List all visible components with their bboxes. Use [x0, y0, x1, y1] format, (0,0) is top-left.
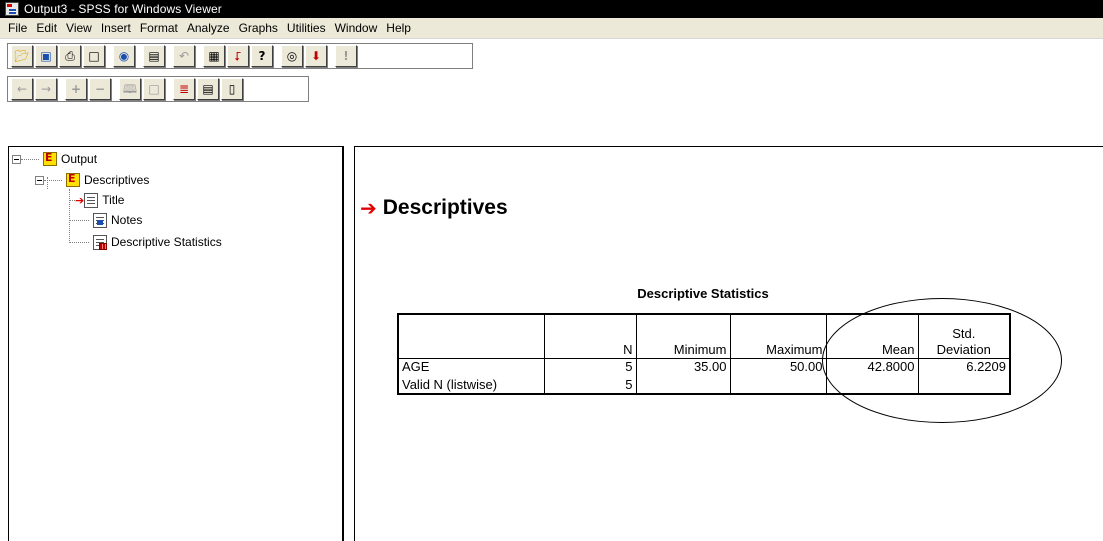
menu-edit[interactable]: Edit — [32, 21, 61, 35]
menu-help[interactable]: Help — [382, 21, 415, 35]
variables-icon[interactable]: ? — [251, 45, 273, 67]
menu-analyze[interactable]: Analyze — [183, 21, 234, 35]
show-icon[interactable]: 🕮︎ — [119, 78, 141, 100]
pivot-table-icon — [93, 234, 107, 250]
tree-label-descriptives: Descriptives — [84, 173, 150, 187]
insert-text-icon[interactable]: ▯ — [221, 78, 243, 100]
collapse-icon[interactable] — [12, 154, 21, 164]
table-row: AGE 5 35.00 50.00 42.8000 6.2209 — [397, 357, 1011, 376]
tree-connector — [44, 179, 62, 181]
collapse-icon[interactable] — [35, 175, 44, 185]
open-icon[interactable]: 📂︎ — [11, 45, 33, 67]
header-maximum: Maximum — [729, 313, 827, 359]
table-header-row: N Minimum Maximum Mean Std. Deviation — [397, 313, 1011, 359]
tree-node-title[interactable]: ➔ Title — [69, 191, 124, 209]
cell-std-deviation: 6.2209 — [917, 357, 1011, 376]
tree-node-descriptive-statistics[interactable]: Descriptive Statistics — [69, 233, 222, 251]
save-icon[interactable]: ▣ — [35, 45, 57, 67]
table-row: Valid N (listwise) 5 — [397, 376, 1011, 395]
select-last-output-icon[interactable]: ⬇ — [305, 45, 327, 67]
cell-minimum: 35.00 — [635, 357, 731, 376]
cell-std-deviation — [917, 376, 1011, 395]
header-std-line2: Deviation — [936, 341, 991, 357]
print-preview-icon[interactable]: □ — [83, 45, 105, 67]
cell-mean — [825, 376, 919, 395]
tree-label-notes: Notes — [111, 213, 143, 227]
spss-viewer-app-icon[interactable] — [5, 2, 19, 16]
notes-document-icon — [93, 212, 107, 228]
output-book-icon — [43, 151, 57, 166]
promote-icon[interactable]: ← — [11, 78, 33, 100]
header-n: N — [543, 313, 637, 359]
header-cell-blank — [397, 313, 545, 359]
designate-window-icon[interactable]: ! — [335, 45, 357, 67]
cell-n: 5 — [543, 357, 637, 376]
goto-case-icon[interactable]: ⮦ — [227, 45, 249, 67]
hide-icon[interactable]: □ — [143, 78, 165, 100]
cell-maximum: 50.00 — [729, 357, 827, 376]
header-std-deviation: Std. Deviation — [917, 313, 1011, 359]
menu-insert[interactable]: Insert — [97, 21, 135, 35]
insert-title-icon[interactable]: ▤ — [197, 78, 219, 100]
menu-graphs[interactable]: Graphs — [235, 21, 282, 35]
tree-connector — [69, 241, 89, 243]
undo-icon[interactable]: ↶ — [173, 45, 195, 67]
outline-toolbar: ← → + − 🕮︎ □ ≣ ▤ ▯ — [0, 72, 1103, 106]
tree-label-descriptive-statistics: Descriptive Statistics — [111, 235, 222, 249]
cell-mean: 42.8000 — [825, 357, 919, 376]
insert-heading-icon[interactable]: ≣ — [173, 78, 195, 100]
tree-label-title: Title — [102, 193, 125, 207]
current-item-arrow-icon: ➔ — [360, 196, 377, 220]
goto-data-icon[interactable]: ▦ — [203, 45, 225, 67]
header-mean: Mean — [825, 313, 919, 359]
menu-format[interactable]: Format — [136, 21, 182, 35]
descriptive-statistics-table[interactable]: N Minimum Maximum Mean Std. Deviation AGE… — [397, 313, 1011, 395]
descriptives-book-icon — [66, 172, 80, 187]
header-std-line1: Std. — [952, 325, 976, 341]
outline-pane[interactable]: Output Descriptives ➔ Title Notes Descri… — [8, 146, 343, 541]
cell-n: 5 — [543, 376, 637, 395]
row-label: AGE — [397, 357, 545, 376]
export-icon[interactable]: ◉ — [113, 45, 135, 67]
row-label: Valid N (listwise) — [397, 376, 545, 395]
tree-node-descriptives[interactable]: Descriptives — [35, 171, 149, 189]
dialog-recall-icon[interactable]: ▤ — [143, 45, 165, 67]
tree-connector — [69, 219, 89, 221]
demote-icon[interactable]: → — [35, 78, 57, 100]
pane-splitter[interactable] — [343, 146, 355, 541]
tree-node-notes[interactable]: Notes — [69, 211, 142, 229]
title-document-icon — [84, 192, 99, 208]
menu-window[interactable]: Window — [331, 21, 382, 35]
menu-bar: File Edit View Insert Format Analyze Gra… — [0, 18, 1103, 38]
output-heading-text: Descriptives — [382, 196, 508, 219]
title-bar: Output3 - SPSS for Windows Viewer — [0, 0, 1103, 18]
tree-connector — [21, 158, 39, 160]
header-minimum: Minimum — [635, 313, 731, 359]
cell-maximum — [729, 376, 827, 395]
output-heading[interactable]: ➔ Descriptives — [360, 196, 508, 220]
collapse-icon[interactable]: − — [89, 78, 111, 100]
menu-file[interactable]: File — [4, 21, 31, 35]
tree-node-output[interactable]: Output — [12, 150, 97, 168]
menu-view[interactable]: View — [62, 21, 96, 35]
menu-utilities[interactable]: Utilities — [283, 21, 330, 35]
main-toolbar-frame: 📂︎ ▣ ⎙ □ ◉ ▤ ↶ ▦ ⮦ ? ◎ ⬇ ! — [7, 43, 473, 69]
tree-label-output: Output — [61, 152, 98, 166]
table-title: Descriptive Statistics — [637, 286, 769, 301]
outline-toolbar-frame: ← → + − 🕮︎ □ ≣ ▤ ▯ — [7, 76, 309, 102]
cell-minimum — [635, 376, 731, 395]
current-item-arrow-icon: ➔ — [75, 193, 85, 207]
use-sets-icon[interactable]: ◎ — [281, 45, 303, 67]
expand-icon[interactable]: + — [65, 78, 87, 100]
window-title: Output3 - SPSS for Windows Viewer — [24, 2, 222, 16]
main-toolbar: 📂︎ ▣ ⎙ □ ◉ ▤ ↶ ▦ ⮦ ? ◎ ⬇ ! — [0, 38, 1103, 72]
print-icon[interactable]: ⎙ — [59, 45, 81, 67]
